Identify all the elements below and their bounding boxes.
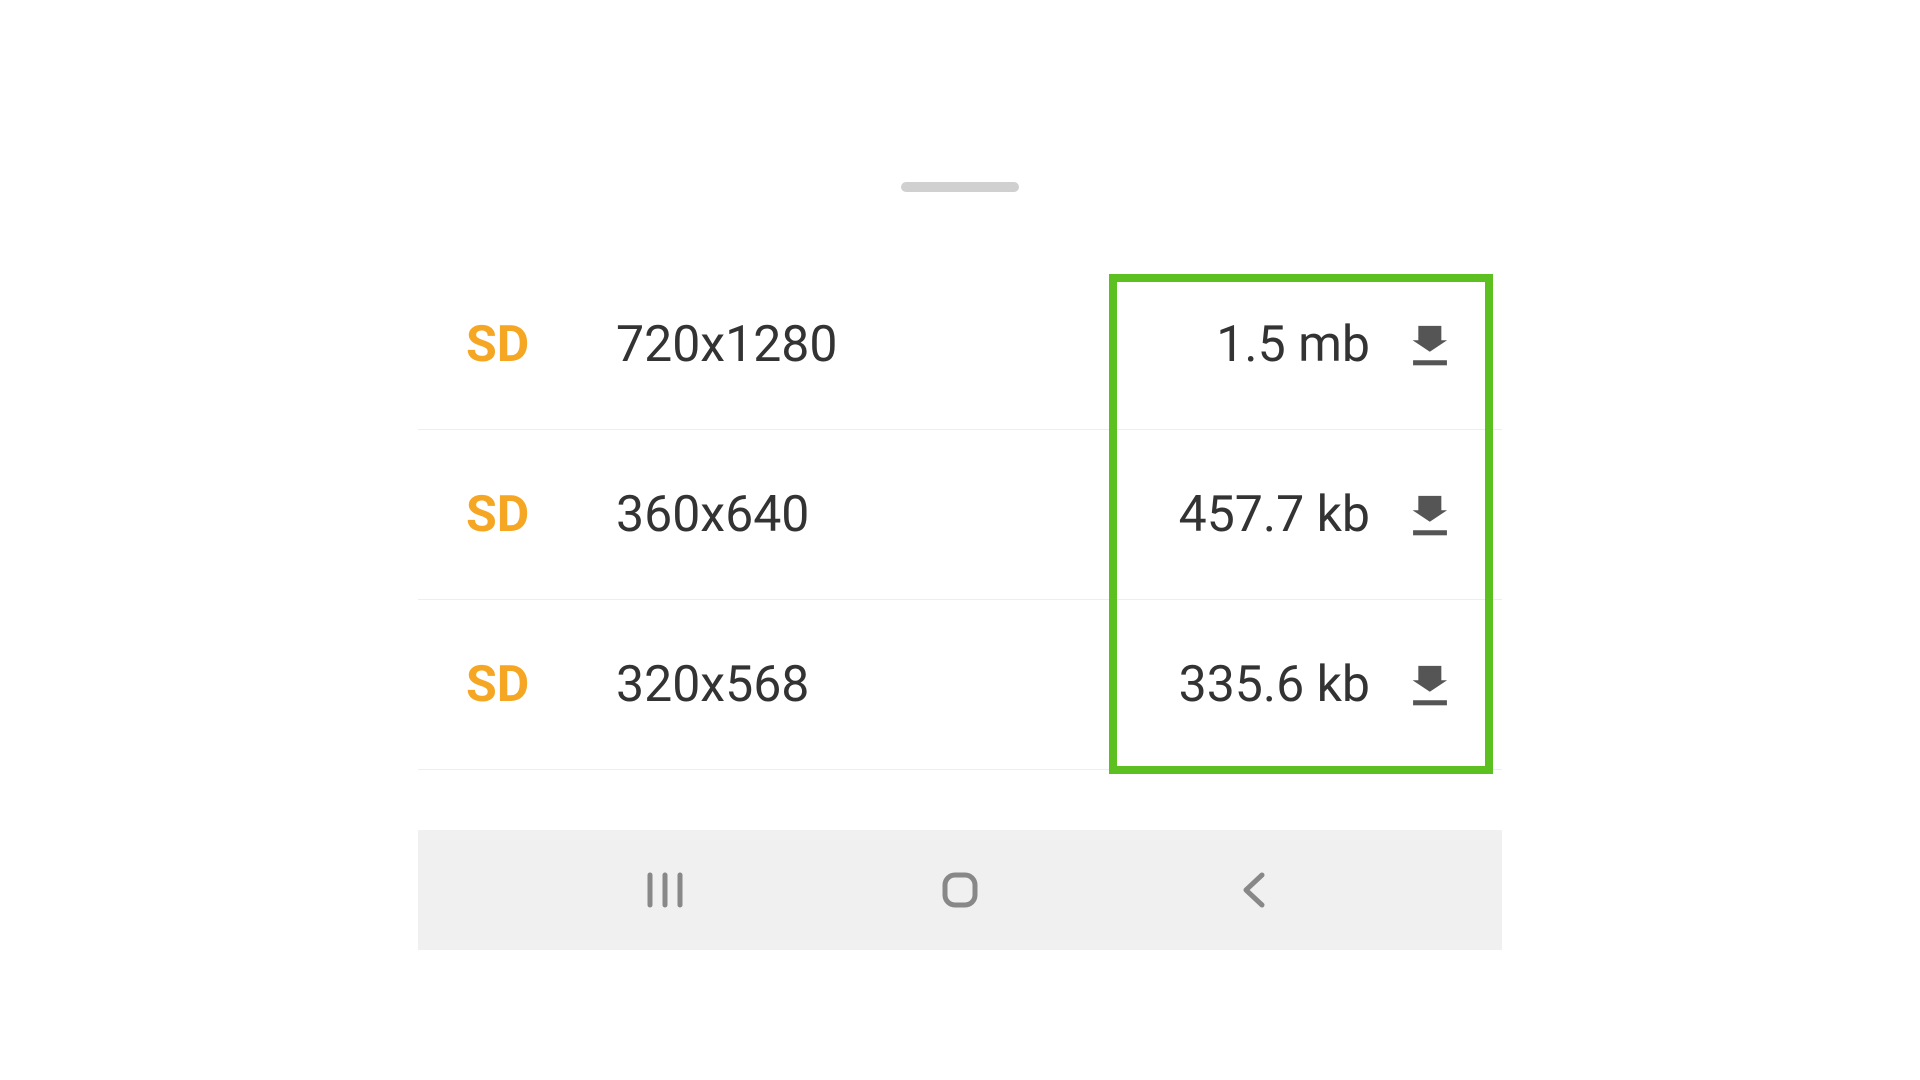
download-option-row[interactable]: SD 720x1280 1.5 mb	[418, 260, 1502, 430]
resolution-label: 720x1280	[616, 316, 1150, 374]
resolution-label: 360x640	[616, 486, 1150, 544]
quality-badge: SD	[466, 656, 616, 714]
download-icon[interactable]	[1406, 321, 1454, 369]
drag-handle[interactable]	[901, 182, 1019, 192]
download-section: 1.5 mb	[1150, 316, 1454, 374]
resolution-label: 320x568	[616, 656, 1150, 714]
quality-badge: SD	[466, 486, 616, 544]
download-options-sheet: SD 720x1280 1.5 mb SD 360x640 457.7 kb	[232, 130, 1688, 950]
file-size-label: 1.5 mb	[1150, 316, 1370, 374]
navigation-bar	[418, 830, 1502, 950]
recents-button[interactable]	[635, 860, 695, 920]
download-section: 457.7 kb	[1150, 486, 1454, 544]
quality-badge: SD	[466, 316, 616, 374]
download-option-row[interactable]: SD 320x568 335.6 kb	[418, 600, 1502, 770]
download-section: 335.6 kb	[1150, 656, 1454, 714]
back-button[interactable]	[1225, 860, 1285, 920]
download-option-row[interactable]: SD 360x640 457.7 kb	[418, 430, 1502, 600]
file-size-label: 335.6 kb	[1150, 656, 1370, 714]
download-icon[interactable]	[1406, 491, 1454, 539]
download-icon[interactable]	[1406, 661, 1454, 709]
file-size-label: 457.7 kb	[1150, 486, 1370, 544]
options-list: SD 720x1280 1.5 mb SD 360x640 457.7 kb	[418, 260, 1502, 770]
home-button[interactable]	[930, 860, 990, 920]
